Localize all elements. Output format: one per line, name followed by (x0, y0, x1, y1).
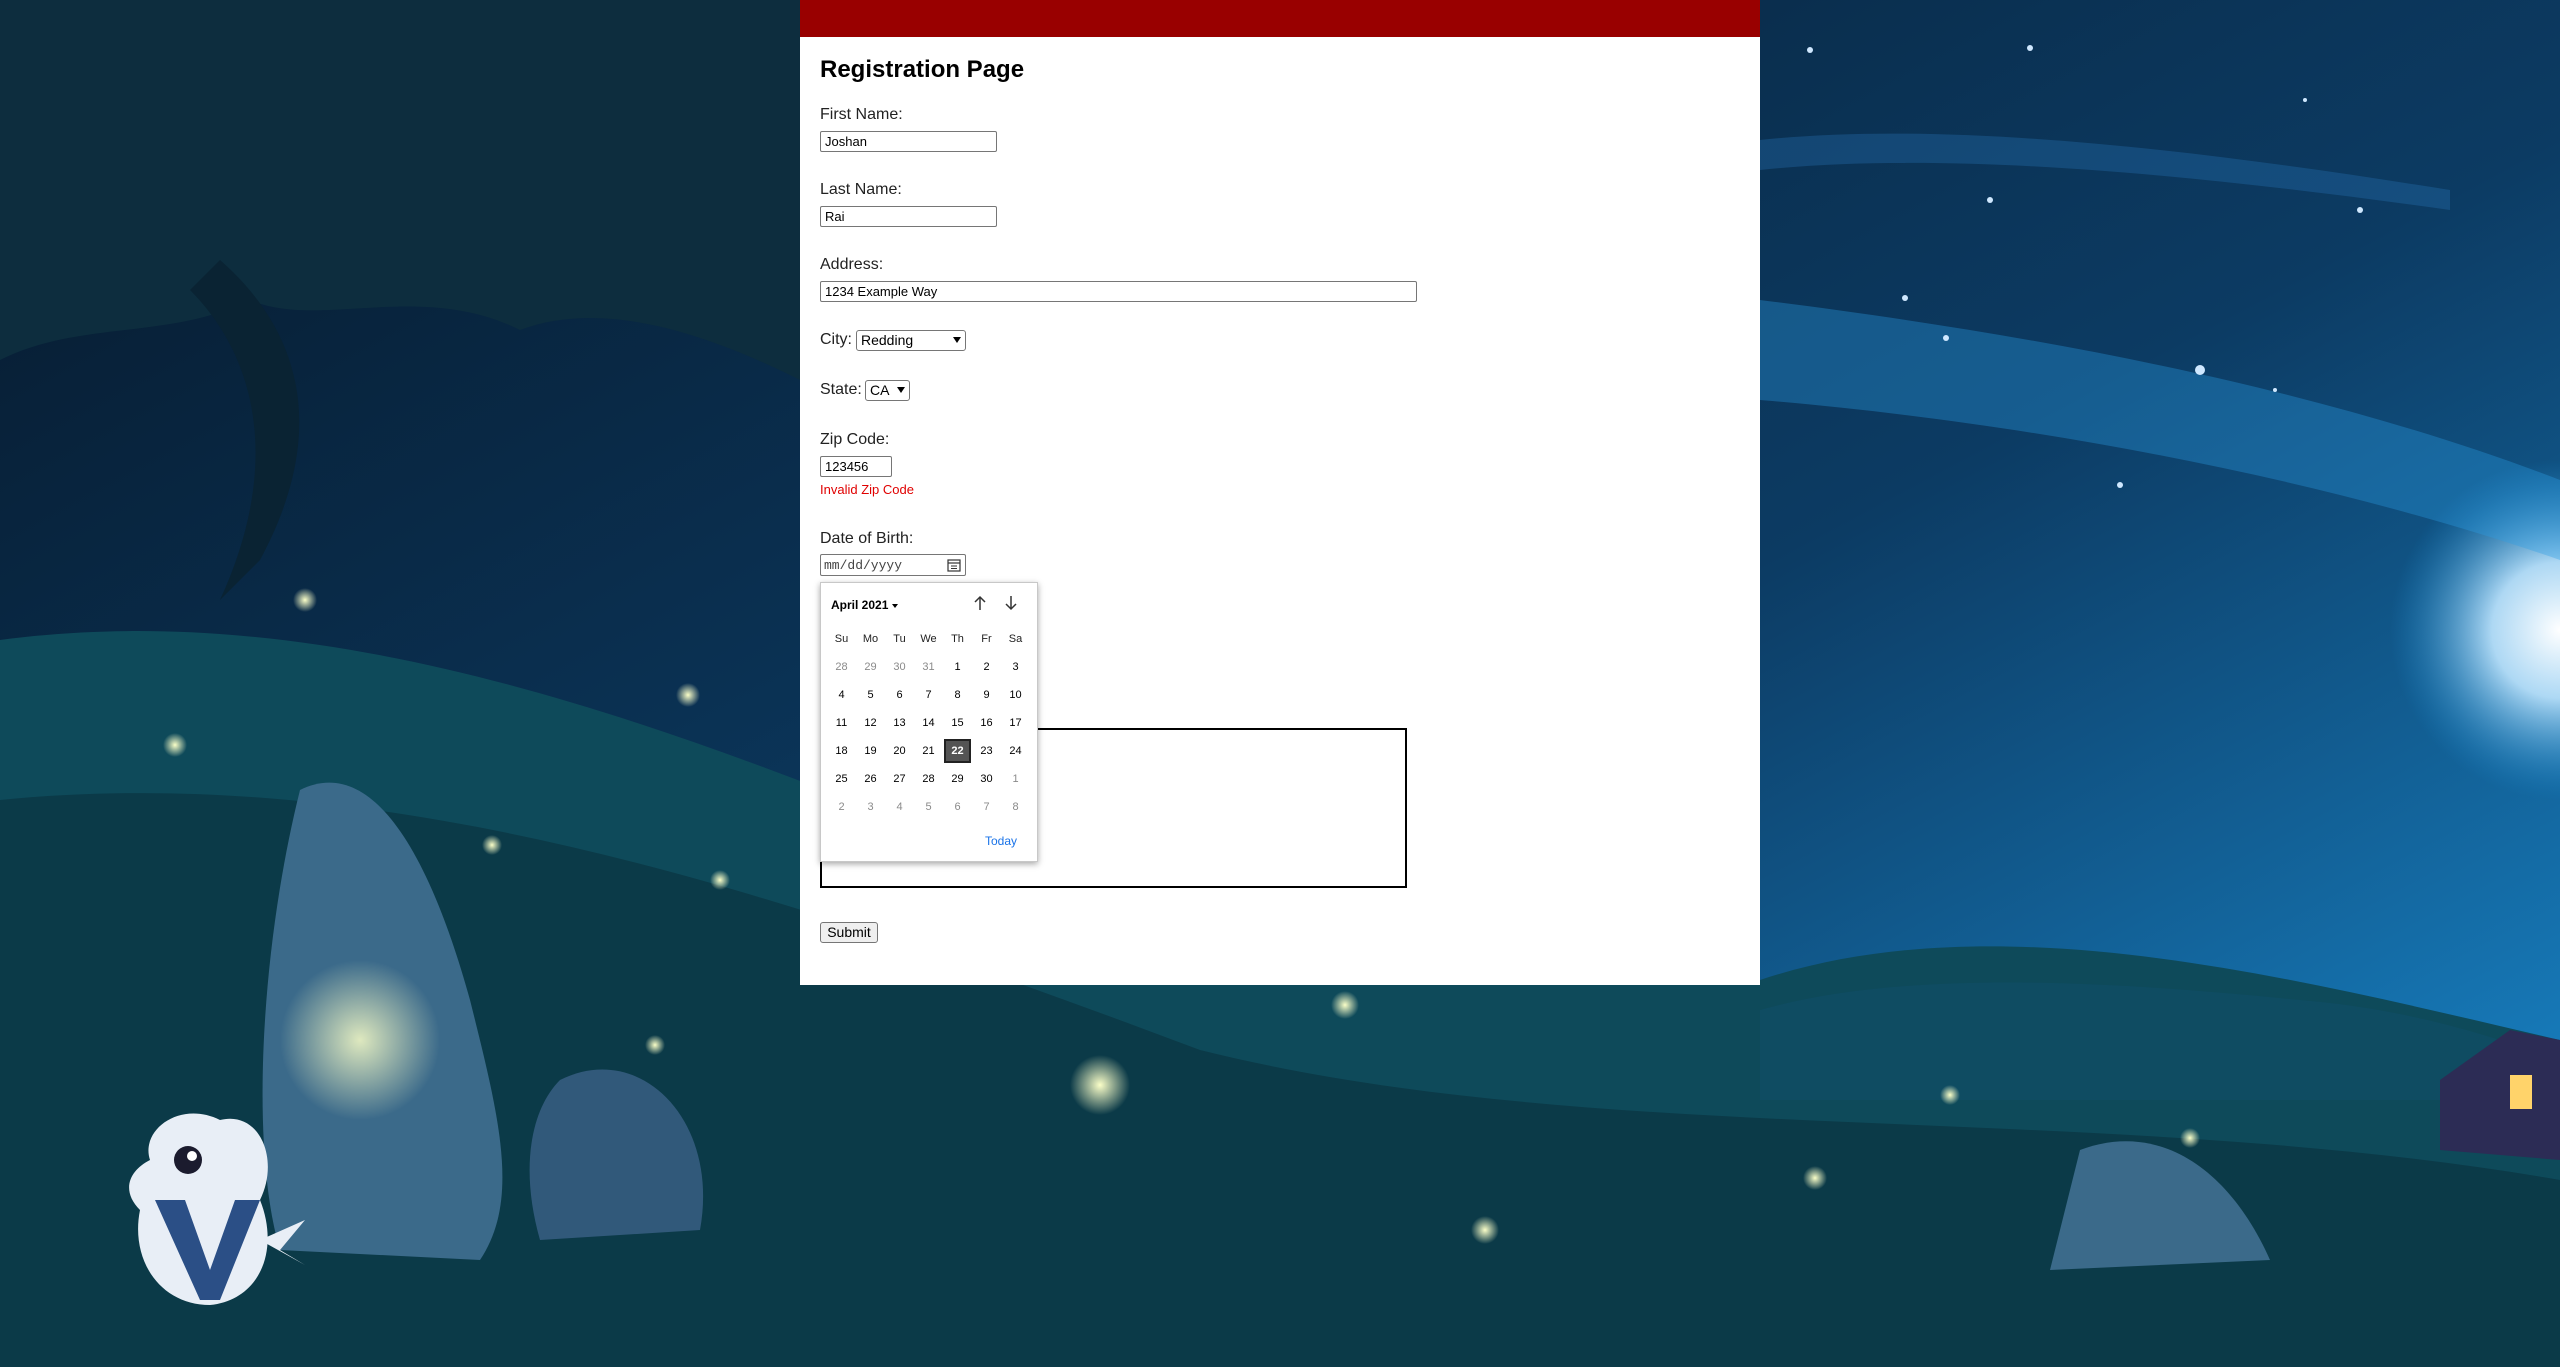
previous-month-arrow-icon[interactable] (971, 594, 989, 612)
chevron-down-icon (953, 337, 961, 343)
city-label: City: (820, 331, 852, 348)
weekday-label: Fr (981, 633, 992, 645)
calendar-day[interactable]: 13 (885, 712, 914, 734)
calendar-day-other-month[interactable]: 3 (856, 796, 885, 818)
calendar-day-other-month[interactable]: 7 (972, 796, 1001, 818)
calendar-day[interactable]: 29 (943, 768, 972, 790)
calendar-day[interactable]: 21 (914, 740, 943, 762)
calendar-day[interactable]: 28 (914, 768, 943, 790)
calendar-day[interactable]: 23 (972, 740, 1001, 762)
calendar-day[interactable]: 24 (1001, 740, 1030, 762)
address-label: Address: (820, 256, 884, 273)
calendar-day[interactable]: 8 (943, 684, 972, 706)
weekday-label: Sa (1008, 633, 1023, 645)
calendar-day[interactable]: 16 (972, 712, 1001, 734)
last-name-label: Last Name: (820, 181, 902, 198)
mascot-logo (129, 1113, 305, 1305)
calendar-day[interactable]: 18 (827, 740, 856, 762)
address-input[interactable]: 1234 Example Way (820, 281, 1417, 302)
last-name-input[interactable]: Rai (820, 206, 997, 227)
date-of-birth-input[interactable]: mm/dd/yyyy (820, 554, 966, 576)
calendar-day[interactable]: 22 (944, 739, 971, 763)
weekday-header-row: Su Mo Tu We Th Fr Sa (827, 625, 1031, 653)
calendar-day[interactable]: 1 (943, 656, 972, 678)
weekday-label: Mo (862, 633, 879, 645)
calendar-day[interactable]: 10 (1001, 684, 1030, 706)
calendar-week-row: 18 19 20 21 22 23 24 (827, 737, 1031, 765)
city-selected-value: Redding (861, 332, 914, 348)
calendar-day-other-month[interactable]: 28 (827, 656, 856, 678)
first-name-label: First Name: (820, 106, 903, 123)
calendar-day[interactable]: 19 (856, 740, 885, 762)
zip-code-input[interactable]: 123456 (820, 456, 892, 477)
calendar-day[interactable]: 25 (827, 768, 856, 790)
zip-code-error: Invalid Zip Code (820, 482, 914, 497)
calendar-day-other-month[interactable]: 6 (943, 796, 972, 818)
calendar-day-other-month[interactable]: 5 (914, 796, 943, 818)
calendar-day-other-month[interactable]: 4 (885, 796, 914, 818)
calendar-grid: Su Mo Tu We Th Fr Sa 28 29 30 31 1 2 3 4 5 6 7 8 9 10 11 12 13… (827, 625, 1031, 821)
calendar-day[interactable]: 12 (856, 712, 885, 734)
calendar-day[interactable]: 30 (972, 768, 1001, 790)
calendar-day[interactable]: 6 (885, 684, 914, 706)
date-picker-popup: April 2021 Su Mo Tu We Th Fr Sa 28 29 30 31 1 2 3 4 5 6… (820, 582, 1038, 862)
calendar-week-row: 28 29 30 31 1 2 3 (827, 653, 1031, 681)
weekday-label: Th (951, 633, 964, 645)
submit-button[interactable]: Submit (820, 922, 878, 943)
calendar-day[interactable]: 3 (1001, 656, 1030, 678)
zip-code-label: Zip Code: (820, 431, 890, 448)
calendar-day-other-month[interactable]: 1 (1001, 768, 1030, 790)
first-name-input[interactable]: Joshan (820, 131, 997, 152)
date-of-birth-label: Date of Birth: (820, 530, 914, 547)
page-title: Registration Page (820, 56, 1025, 83)
chevron-down-icon (897, 387, 905, 393)
calendar-day[interactable]: 27 (885, 768, 914, 790)
weekday-label: Su (834, 633, 849, 645)
calendar-day[interactable]: 7 (914, 684, 943, 706)
calendar-week-row: 11 12 13 14 15 16 17 (827, 709, 1031, 737)
calendar-day[interactable]: 5 (856, 684, 885, 706)
calendar-week-row: 25 26 27 28 29 30 1 (827, 765, 1031, 793)
state-label: State: (820, 381, 862, 398)
calendar-icon[interactable] (947, 558, 961, 572)
calendar-day[interactable]: 14 (914, 712, 943, 734)
state-select[interactable]: CA (865, 380, 910, 401)
state-selected-value: CA (870, 382, 890, 398)
calendar-day[interactable]: 26 (856, 768, 885, 790)
city-select[interactable]: Redding (856, 330, 966, 351)
calendar-day-other-month[interactable]: 2 (827, 796, 856, 818)
top-banner-bar (800, 0, 1760, 37)
weekday-label: Tu (893, 633, 906, 645)
chevron-down-icon (892, 603, 899, 608)
calendar-week-row: 4 5 6 7 8 9 10 (827, 681, 1031, 709)
weekday-label: We (920, 633, 937, 645)
calendar-day[interactable]: 20 (885, 740, 914, 762)
calendar-day[interactable]: 17 (1001, 712, 1030, 734)
today-button[interactable]: Today (985, 834, 1017, 848)
month-year-label: April 2021 (831, 598, 889, 612)
calendar-day[interactable]: 9 (972, 684, 1001, 706)
calendar-day[interactable]: 4 (827, 684, 856, 706)
month-year-dropdown[interactable]: April 2021 (831, 598, 899, 612)
calendar-day[interactable]: 11 (827, 712, 856, 734)
next-month-arrow-icon[interactable] (1002, 594, 1020, 612)
calendar-day[interactable]: 2 (972, 656, 1001, 678)
calendar-day[interactable]: 15 (943, 712, 972, 734)
calendar-day-other-month[interactable]: 31 (914, 656, 943, 678)
calendar-day-other-month[interactable]: 8 (1001, 796, 1030, 818)
calendar-week-row: 2345678 (827, 793, 1031, 821)
date-placeholder: mm/dd/yyyy (824, 558, 903, 573)
calendar-day-other-month[interactable]: 29 (856, 656, 885, 678)
calendar-day-other-month[interactable]: 30 (885, 656, 914, 678)
